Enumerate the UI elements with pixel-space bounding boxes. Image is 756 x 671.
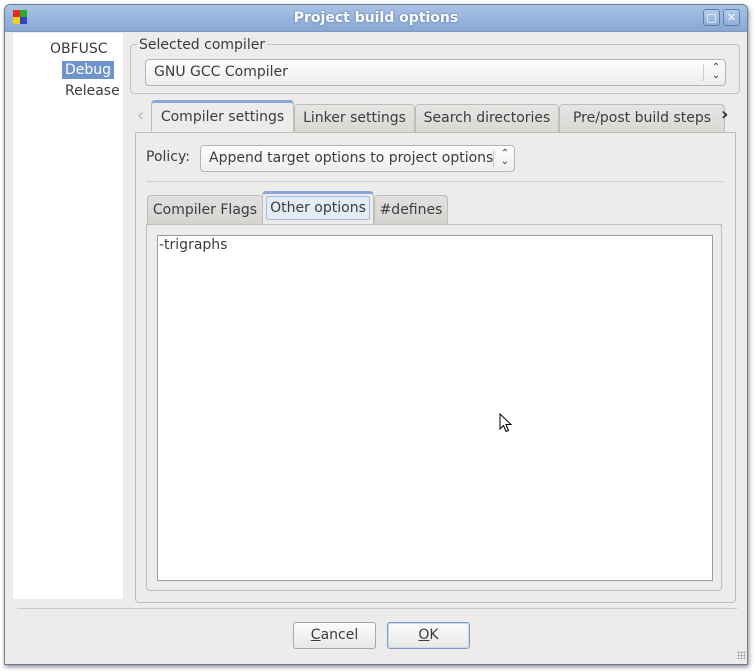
title-bar[interactable]: Project build options □ ✕ bbox=[5, 5, 747, 32]
policy-label: Policy: bbox=[146, 149, 190, 165]
compiler-select-value: GNU GCC Compiler bbox=[154, 64, 288, 80]
close-icon: ✕ bbox=[726, 11, 737, 24]
window-title: Project build options bbox=[293, 10, 459, 26]
tab-compiler-settings[interactable]: Compiler settings bbox=[151, 100, 294, 132]
tab-scroll-left-icon[interactable]: ‹ bbox=[137, 105, 144, 126]
cancel-label-rest: ancel bbox=[320, 627, 359, 643]
updown-chevron-icon: ⌃ ⌄ bbox=[711, 62, 721, 81]
policy-separator bbox=[146, 181, 723, 182]
target-item-debug[interactable]: Debug bbox=[62, 61, 115, 79]
policy-select-value: Append target options to project options bbox=[209, 150, 494, 166]
other-options-textarea[interactable]: -trigraphs bbox=[157, 235, 713, 581]
mouse-pointer-icon bbox=[499, 413, 513, 433]
tab-linker-settings[interactable]: Linker settings bbox=[294, 104, 415, 132]
ok-label-rest: K bbox=[429, 627, 439, 643]
updown-chevron-icon: ⌃ ⌄ bbox=[500, 148, 510, 167]
subtab-defines[interactable]: #defines bbox=[374, 195, 448, 224]
maximize-button[interactable]: □ bbox=[703, 9, 720, 26]
ok-button[interactable]: OK bbox=[387, 622, 470, 649]
build-target-list[interactable]: OBFUSC Debug Release bbox=[13, 33, 123, 599]
button-separator bbox=[17, 608, 737, 609]
close-button[interactable]: ✕ bbox=[723, 9, 740, 26]
policy-select[interactable]: Append target options to project options… bbox=[200, 145, 515, 172]
target-item-release[interactable]: Release bbox=[62, 82, 123, 100]
tab-pre-post-build-steps[interactable]: Pre/post build steps bbox=[559, 104, 725, 132]
resize-grip-icon[interactable] bbox=[737, 651, 745, 659]
subtab-compiler-flags[interactable]: Compiler Flags bbox=[147, 195, 263, 224]
selected-compiler-label: Selected compiler bbox=[137, 37, 268, 53]
cancel-button[interactable]: Cancel bbox=[293, 622, 376, 649]
subtab-other-options[interactable]: Other options bbox=[262, 191, 374, 224]
maximize-icon: □ bbox=[706, 11, 717, 24]
ok-mnemonic: O bbox=[418, 627, 430, 643]
subtab-other-options-label: Other options bbox=[266, 196, 370, 220]
tab-scroll-right-icon[interactable]: › bbox=[721, 104, 728, 125]
compiler-select[interactable]: GNU GCC Compiler ⌃ ⌄ bbox=[145, 59, 726, 86]
tab-search-directories[interactable]: Search directories bbox=[415, 104, 559, 132]
target-item-obfusc[interactable]: OBFUSC bbox=[47, 40, 111, 58]
cancel-mnemonic: C bbox=[310, 627, 321, 643]
